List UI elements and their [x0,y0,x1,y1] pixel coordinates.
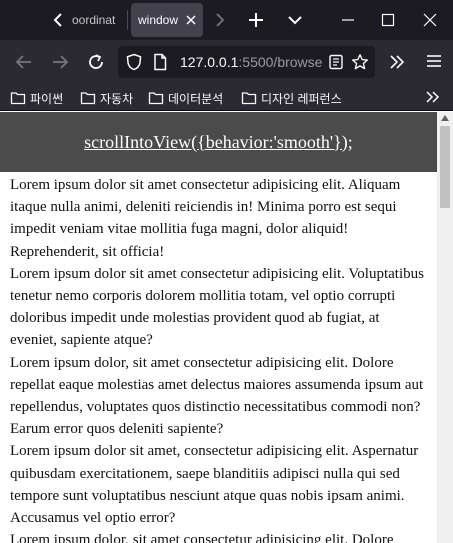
bookmarks-toolbar: 파이썬 자동차 데이터분석 디자인 레퍼런스 [0,84,453,111]
forward-arrow-icon[interactable] [50,52,70,72]
double-chevron-right-icon[interactable] [388,53,406,71]
paragraph: Lorem ipsum dolor, sit amet consectetur … [10,354,424,438]
bookmark-folder-cars[interactable]: 자동차 [80,87,133,109]
double-chevron-right-icon[interactable] [425,89,441,105]
folder-icon [148,92,164,105]
page-info-icon[interactable] [152,53,168,71]
bookmark-folder-design-reference[interactable]: 디자인 레퍼런스 [241,87,342,109]
shield-icon[interactable] [125,53,143,71]
bookmark-folder-data-analysis[interactable]: 데이터분석 [148,87,223,109]
minimize-icon[interactable] [340,12,356,28]
tab-window[interactable]: window [131,3,203,37]
paragraph: Lorem ipsum dolor sit amet consectetur a… [10,265,424,349]
paragraph: Lorem ipsum dolor, sit amet consectetur … [10,532,394,543]
tab-label: window [138,13,179,27]
folder-icon [10,92,26,105]
bookmark-label: 파이썬 [30,91,64,106]
bookmark-label: 디자인 레퍼런스 [261,91,342,106]
folder-icon [80,92,96,105]
page-header: scrollIntoView({behavior:'smooth'}); [0,112,437,172]
paragraph: Lorem ipsum dolor sit amet, consectetur … [10,443,419,527]
paragraph: Lorem ipsum dolor sit amet consectetur a… [10,177,401,260]
url-path: :5500/browse [238,54,323,70]
bookmark-label: 자동차 [100,91,134,106]
address-bar[interactable]: 127.0.0.1:5500/browse [118,46,375,78]
navigation-toolbar: 127.0.0.1:5500/browse [0,40,453,84]
page-content: Lorem ipsum dolor sit amet consectetur a… [10,174,428,543]
close-icon[interactable] [185,14,197,26]
page-title-link[interactable]: scrollIntoView({behavior:'smooth'}); [84,132,353,153]
bookmark-star-icon[interactable] [351,53,369,71]
bookmark-folder-python[interactable]: 파이썬 [10,87,63,109]
reader-view-icon[interactable] [328,54,344,70]
vertical-scrollbar[interactable] [437,112,453,543]
maximize-icon[interactable] [380,12,396,28]
hamburger-menu-icon[interactable] [426,53,442,69]
reload-icon[interactable] [86,52,106,72]
window-close-icon[interactable] [422,12,438,28]
folder-icon [241,92,257,105]
back-arrow-icon[interactable] [14,52,34,72]
tab-coordinates[interactable]: oordinat [68,4,126,36]
tab-divider [127,10,128,30]
tab-strip: oordinat window [0,0,453,40]
scroll-up-arrow-icon[interactable] [441,115,449,121]
url-host: 127.0.0.1 [180,54,239,70]
url-text[interactable]: 127.0.0.1:5500/browse [180,46,330,78]
scrollbar-thumb[interactable] [440,126,450,208]
bookmark-label: 데이터분석 [168,91,224,106]
new-tab-icon[interactable] [246,10,266,30]
page-viewport: scrollIntoView({behavior:'smooth'}); Lor… [0,112,453,543]
tab-label: oordinat [72,13,116,27]
chevron-down-icon[interactable] [286,12,304,28]
scroll-tabs-left-icon[interactable] [48,8,68,32]
scroll-tabs-right-icon[interactable] [212,10,228,30]
